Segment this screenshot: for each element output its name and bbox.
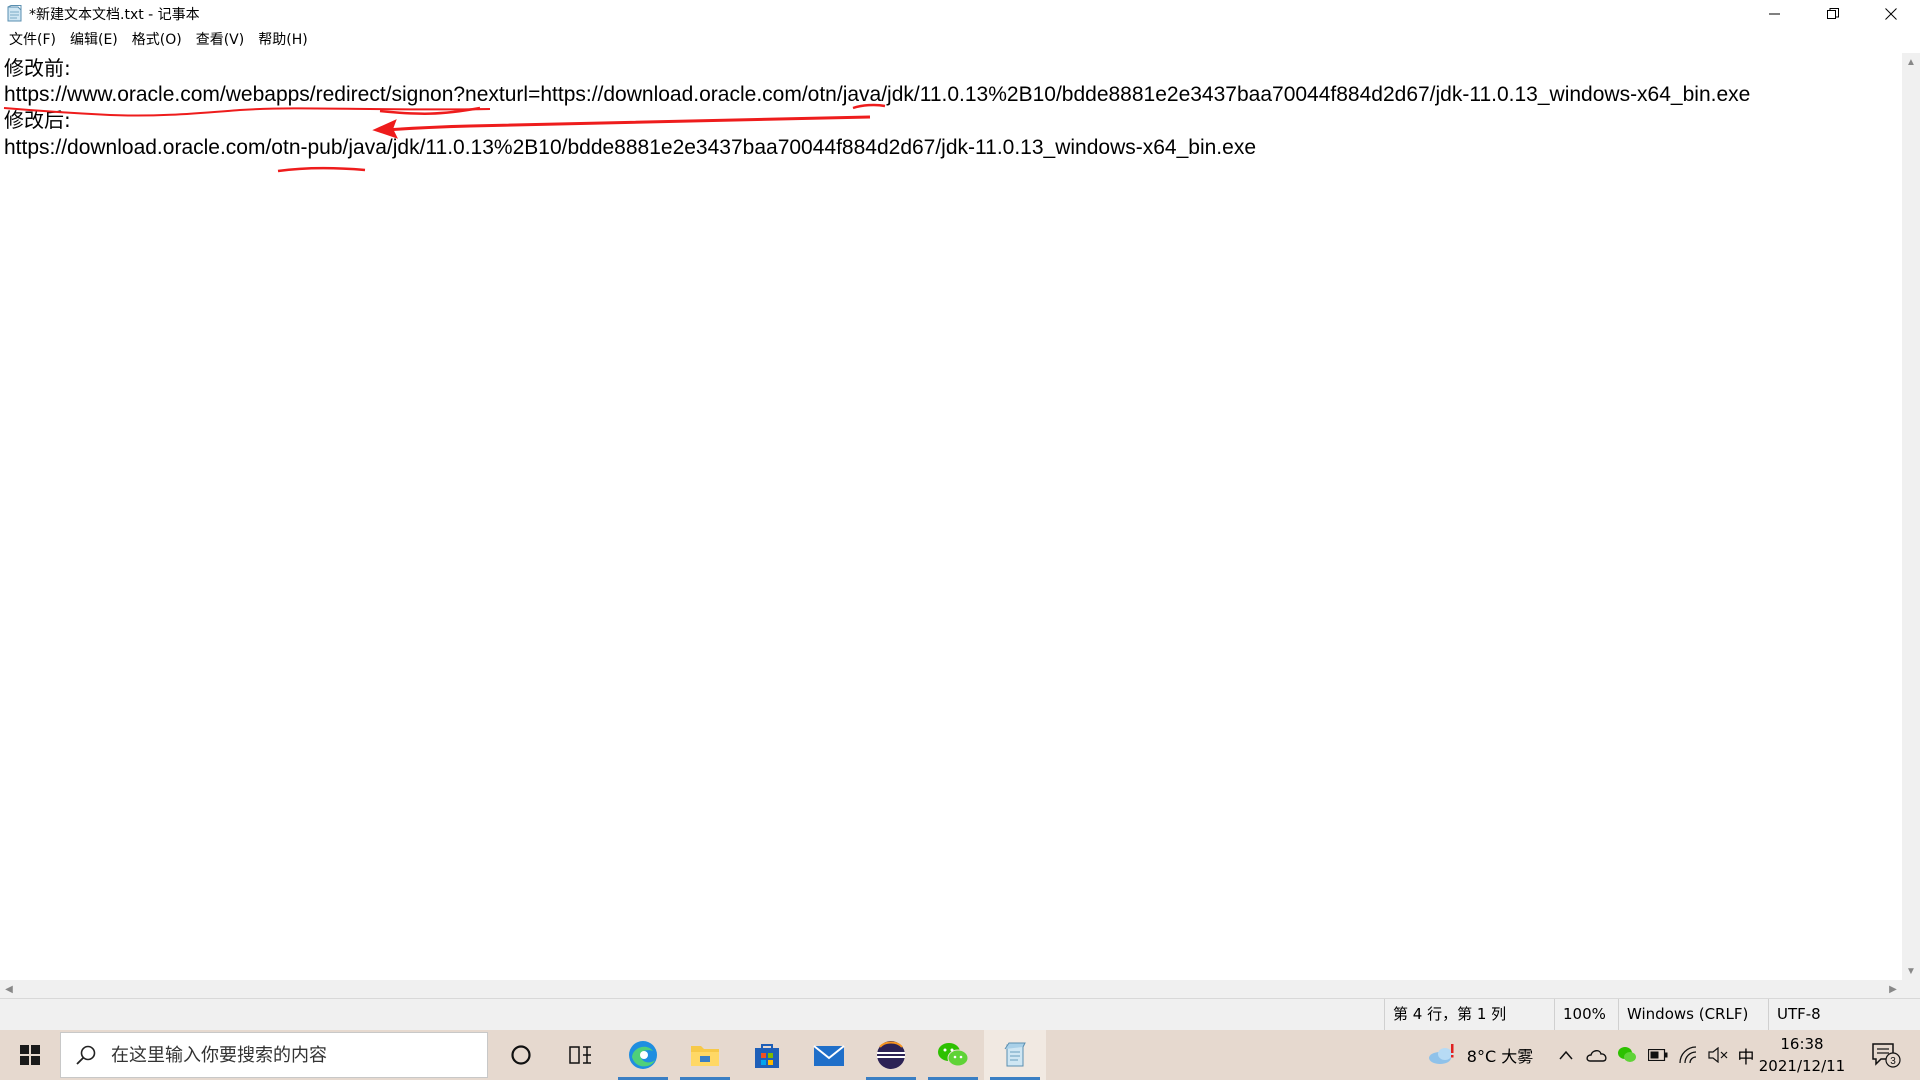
editor-line-2: https://www.oracle.com/webapps/redirect/…: [4, 83, 1751, 106]
volume-tray[interactable]: [1704, 1030, 1732, 1080]
notepad-app-icon: [7, 5, 22, 22]
fog-weather-icon: [1429, 1044, 1454, 1064]
show-hidden-icons-button[interactable]: [1554, 1030, 1578, 1080]
taskbar: 8°C 大雾 中 16:38 2021/12/: [0, 1030, 1920, 1080]
editor-line-4: https://download.oracle.com/otn-pub/java…: [4, 136, 1256, 159]
clock-date: 2021/12/11: [1758, 1057, 1846, 1075]
onedrive-tray[interactable]: [1584, 1030, 1610, 1080]
taskbar-wechat[interactable]: [922, 1030, 984, 1080]
menu-format[interactable]: 格式(O): [125, 28, 189, 53]
status-bar: 第 4 行，第 1 列 100% Windows (CRLF) UTF-8: [0, 998, 1920, 1030]
minimize-icon: [1769, 13, 1780, 15]
folder-icon: [691, 1046, 719, 1066]
menu-help[interactable]: 帮助(H): [251, 28, 314, 53]
menu-edit[interactable]: 编辑(E): [63, 28, 125, 53]
menu-file[interactable]: 文件(F): [2, 28, 63, 53]
window-title: *新建文本文档.txt - 记事本: [29, 7, 200, 23]
status-zoom: 100%: [1554, 999, 1623, 1030]
onedrive-cloud-icon: [1586, 1050, 1607, 1062]
taskbar-clock[interactable]: 16:38 2021/12/11: [1752, 1030, 1852, 1080]
editor-line-1: 修改前:: [4, 56, 71, 80]
taskbar-notepad[interactable]: [984, 1030, 1046, 1080]
taskbar-eclipse[interactable]: [860, 1030, 922, 1080]
cortana-circle-icon: [511, 1045, 531, 1065]
close-button[interactable]: [1862, 0, 1920, 28]
chevron-up-icon: [1559, 1050, 1573, 1060]
battery-tray[interactable]: [1644, 1030, 1672, 1080]
mail-icon: [813, 1045, 845, 1066]
scroll-up-icon[interactable]: ▲: [1902, 53, 1920, 71]
status-line-ending: Windows (CRLF): [1618, 999, 1757, 1030]
menu-bar: 文件(F) 编辑(E) 格式(O) 查看(V) 帮助(H): [0, 28, 1920, 53]
volume-muted-icon: [1708, 1047, 1728, 1063]
scroll-corner: [1902, 980, 1920, 998]
scroll-right-icon[interactable]: ▶: [1884, 980, 1902, 998]
restore-button[interactable]: [1804, 0, 1862, 28]
wechat-icon: [938, 1043, 969, 1067]
search-input[interactable]: [109, 1043, 453, 1067]
restore-icon: [1827, 8, 1839, 19]
edge-browser-icon: [629, 1041, 657, 1069]
cortana-button[interactable]: [490, 1030, 552, 1080]
title-bar[interactable]: *新建文本文档.txt - 记事本: [0, 0, 1920, 28]
annotation-underline-otn-pub: [277, 166, 366, 173]
editor-line-3: 修改后:: [4, 108, 71, 132]
annotation-arrow-line: [384, 115, 871, 132]
close-icon: [1885, 8, 1897, 20]
weather-button[interactable]: [1420, 1030, 1464, 1080]
status-encoding: UTF-8: [1768, 999, 1917, 1030]
notification-icon: 3: [1872, 1043, 1901, 1068]
scroll-down-icon[interactable]: ▼: [1902, 962, 1920, 980]
taskbar-edge[interactable]: [612, 1030, 674, 1080]
text-editor[interactable]: 修改前: https://www.oracle.com/webapps/redi…: [0, 53, 1902, 980]
search-icon: [76, 1045, 96, 1065]
notification-count-badge: 3: [1890, 1056, 1896, 1067]
scroll-left-icon[interactable]: ◀: [0, 980, 18, 998]
action-center-button[interactable]: 3: [1864, 1030, 1908, 1080]
store-icon: [755, 1044, 779, 1068]
taskbar-mail[interactable]: [798, 1030, 860, 1080]
horizontal-scrollbar[interactable]: ◀ ▶: [0, 980, 1902, 998]
annotation-underline-signon: [3, 107, 491, 117]
start-button[interactable]: [0, 1030, 60, 1080]
windows-logo-icon: [20, 1045, 40, 1065]
taskbar-search-box[interactable]: [60, 1032, 488, 1078]
wechat-tray-icon: [1618, 1047, 1636, 1062]
clock-time: 16:38: [1780, 1035, 1824, 1053]
vertical-scrollbar[interactable]: ▲ ▼: [1902, 53, 1920, 980]
taskbar-microsoft-store[interactable]: [736, 1030, 798, 1080]
eclipse-ide-icon: [877, 1041, 905, 1069]
minimize-button[interactable]: [1746, 0, 1804, 28]
battery-icon: [1648, 1049, 1668, 1061]
task-view-icon: [569, 1046, 591, 1064]
network-tray[interactable]: [1674, 1030, 1702, 1080]
wechat-tray[interactable]: [1614, 1030, 1640, 1080]
window-controls: [1746, 0, 1920, 28]
weather-text[interactable]: 8°C 大雾: [1460, 1030, 1540, 1080]
wifi-icon: [1679, 1046, 1697, 1064]
status-cursor-position: 第 4 行，第 1 列: [1384, 999, 1553, 1030]
menu-view[interactable]: 查看(V): [189, 28, 252, 53]
notepad-icon: [1004, 1042, 1026, 1067]
task-view-button[interactable]: [550, 1030, 612, 1080]
annotation-squiggle: [379, 106, 481, 115]
taskbar-file-explorer[interactable]: [674, 1030, 736, 1080]
